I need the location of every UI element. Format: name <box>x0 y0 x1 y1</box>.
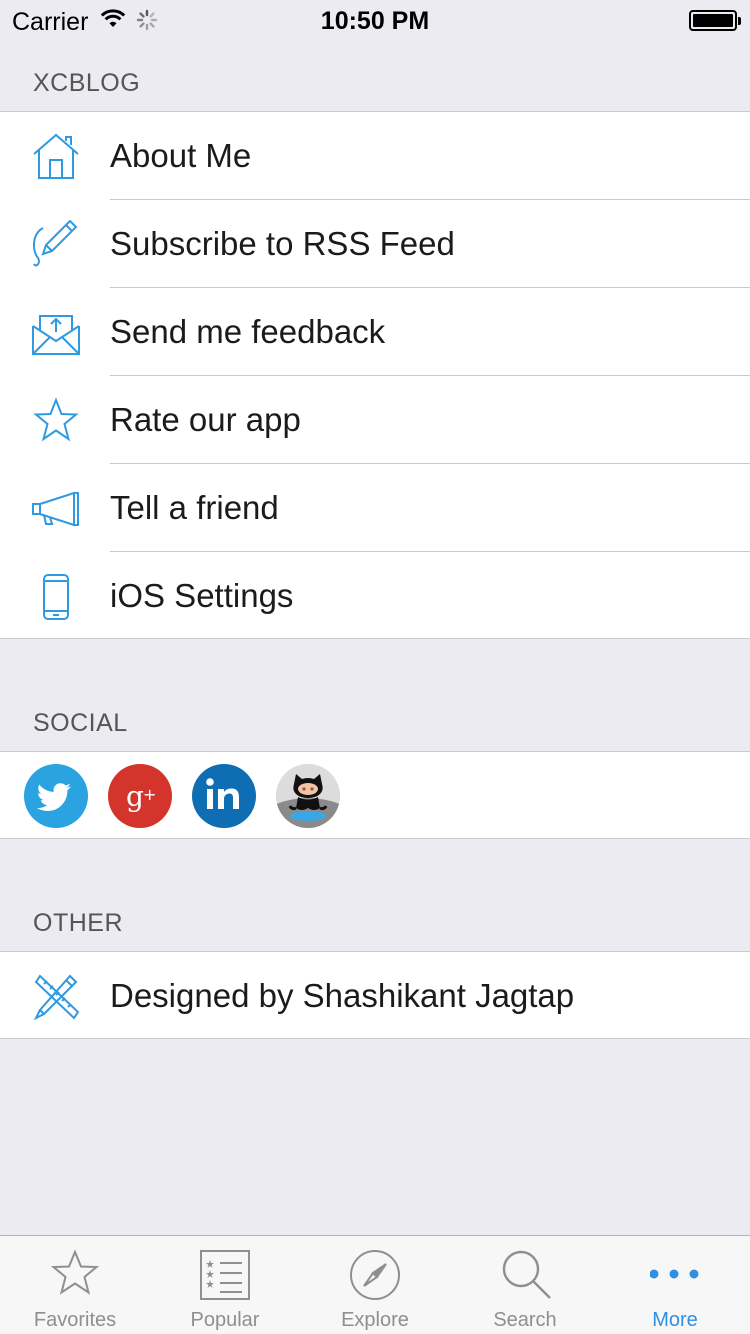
compass-icon <box>350 1250 400 1300</box>
list-icon <box>200 1250 250 1300</box>
row-tell-friend[interactable]: Tell a friend <box>0 464 750 552</box>
phone-icon <box>30 572 82 622</box>
about-me-label: About Me <box>110 137 252 174</box>
other-group: Designed by Shashikant Jagtap <box>0 951 750 1039</box>
status-bar: Carrier 10:50 PM <box>0 0 750 40</box>
tab-popular[interactable]: Popular <box>150 1236 300 1334</box>
social-group: g + <box>0 751 750 839</box>
more-dots-icon <box>650 1269 699 1279</box>
section-header-other: OTHER <box>33 909 123 937</box>
search-icon <box>502 1250 551 1299</box>
xcblog-group: About Me Subscribe to RSS Feed Send me f… <box>0 111 750 639</box>
mail-upload-icon <box>30 308 82 358</box>
row-designed-by[interactable]: Designed by Shashikant Jagtap <box>0 952 750 1040</box>
ios-settings-label: iOS Settings <box>110 577 294 614</box>
home-icon <box>30 132 82 182</box>
row-feedback[interactable]: Send me feedback <box>0 288 750 376</box>
tab-favorites-label: Favorites <box>33 1309 117 1331</box>
tab-more[interactable]: More <box>600 1236 750 1334</box>
tell-friend-label: Tell a friend <box>110 489 279 526</box>
section-header-social: SOCIAL <box>33 709 128 737</box>
star-icon <box>50 1249 100 1295</box>
status-time: 10:50 PM <box>320 7 430 35</box>
linkedin-icon[interactable] <box>192 764 256 828</box>
section-header-xcblog: XCBLOG <box>33 69 141 97</box>
pencil-ruler-icon <box>30 972 82 1022</box>
svg-text:+: + <box>143 785 156 804</box>
star-icon <box>30 396 82 446</box>
row-ios-settings[interactable]: iOS Settings <box>0 552 750 640</box>
svg-text:g: g <box>126 780 144 813</box>
tab-favorites[interactable]: Favorites <box>0 1236 150 1334</box>
pencil-icon <box>30 219 82 270</box>
rss-label: Subscribe to RSS Feed <box>110 225 455 262</box>
row-about-me[interactable]: About Me <box>0 112 750 200</box>
tab-search-label: Search <box>493 1309 557 1331</box>
tab-popular-label: Popular <box>190 1309 260 1331</box>
tab-explore-label: Explore <box>341 1309 409 1331</box>
feedback-label: Send me feedback <box>110 313 386 350</box>
tab-explore[interactable]: Explore <box>300 1236 450 1334</box>
megaphone-icon <box>30 484 82 534</box>
row-rss[interactable]: Subscribe to RSS Feed <box>0 200 750 288</box>
google-plus-icon[interactable]: g + <box>108 764 172 828</box>
tab-more-label: More <box>652 1309 698 1331</box>
github-octocat-icon[interactable] <box>276 764 340 828</box>
twitter-icon[interactable] <box>24 764 88 828</box>
row-rate[interactable]: Rate our app <box>0 376 750 464</box>
rate-label: Rate our app <box>110 401 301 438</box>
designed-by-label: Designed by Shashikant Jagtap <box>110 977 575 1014</box>
tab-search[interactable]: Search <box>450 1236 600 1334</box>
tab-bar: Favorites Popular Explore Search More <box>0 1235 750 1334</box>
battery-icon <box>689 10 741 31</box>
